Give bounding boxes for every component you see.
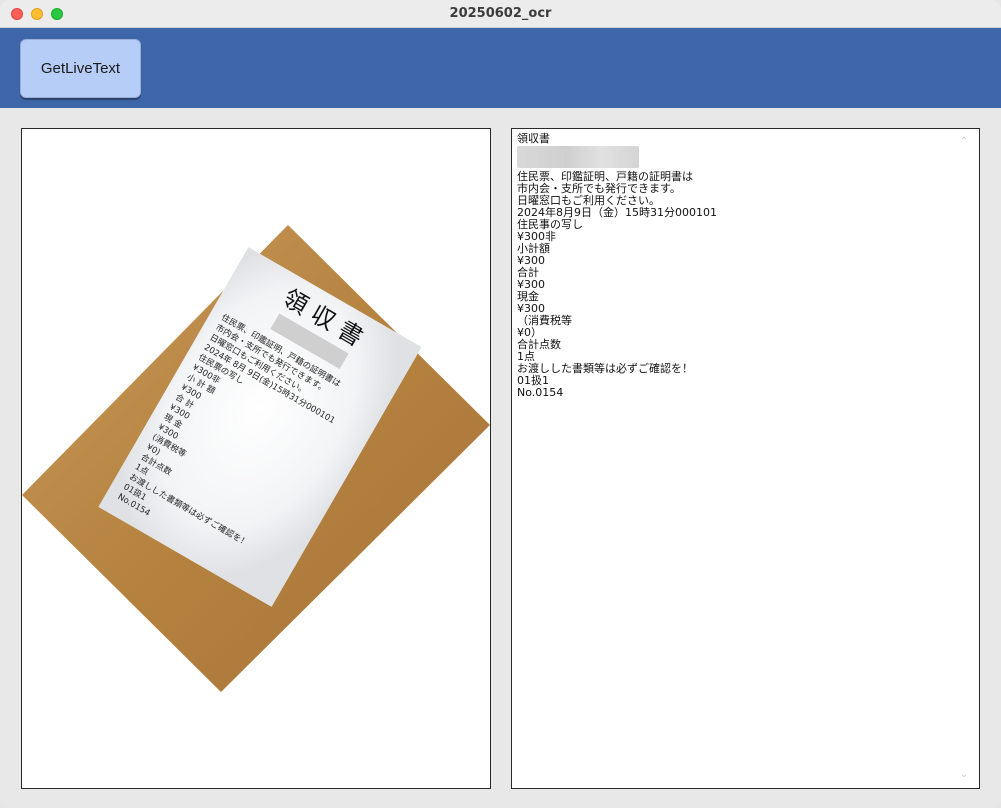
redacted-line: [517, 146, 639, 168]
ocr-line: ¥300: [517, 302, 545, 315]
ocr-line: ¥300: [517, 278, 545, 291]
ocr-line: 2024年8月9日（金）15時31分000101: [517, 206, 717, 219]
ocr-line: ¥0）: [517, 326, 542, 339]
ocr-line: 住民事の写し: [517, 218, 583, 231]
ocr-line: 小計額: [517, 242, 550, 255]
toolbar: GetLiveText: [0, 28, 1001, 108]
window-title: 20250602_ocr: [449, 6, 552, 21]
receipt-photo: 領 収 書 住民票、印鑑証明、戸籍の証明書は市内会・支所でも発行できます。日曜窓…: [22, 225, 490, 692]
ocr-line: （消費税等: [517, 314, 572, 327]
chevron-up-icon[interactable]: ⌃: [957, 137, 971, 147]
app-window: 20250602_ocr GetLiveText 領 収 書 住民票、印鑑証明、…: [0, 0, 1001, 808]
title-bar: 20250602_ocr: [0, 0, 1001, 28]
ocr-line: 合計点数: [517, 338, 561, 351]
image-view: 領 収 書 住民票、印鑑証明、戸籍の証明書は 市内会・支所でも発行できます。 日曜窓…: [21, 128, 491, 789]
ocr-line: No.0154: [517, 386, 564, 399]
ocr-line: ¥300非: [517, 230, 556, 243]
ocr-line: 現金: [517, 290, 539, 303]
ocr-line: 領収書: [517, 132, 550, 145]
ocr-line: 合計: [517, 266, 539, 279]
ocr-text-view[interactable]: 領収書 住民票、印鑑証明、戸籍の証明書は 市内会・支所でも発行できます。 日曜窓口も…: [511, 128, 980, 789]
ocr-line: ¥300: [517, 254, 545, 267]
ocr-line: お渡しした書類等は必ずご確認を！: [517, 362, 693, 375]
chevron-down-icon[interactable]: ⌄: [957, 770, 971, 780]
ocr-line: 01扱1: [517, 374, 549, 387]
get-live-text-button[interactable]: GetLiveText: [20, 39, 141, 98]
ocr-text-content[interactable]: 領収書 住民票、印鑑証明、戸籍の証明書は 市内会・支所でも発行できます。 日曜窓口も…: [517, 133, 957, 399]
